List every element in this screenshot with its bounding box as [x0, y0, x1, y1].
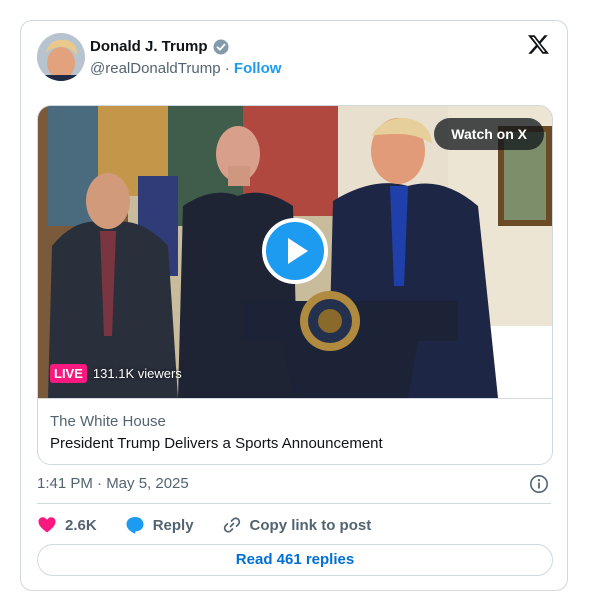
follow-button[interactable]: Follow — [234, 60, 282, 77]
action-bar: 2.6K Reply Copy link to post — [37, 513, 399, 537]
post-timestamp[interactable]: 1:41 PM · May 5, 2025 — [37, 475, 189, 492]
live-badge: LIVE — [50, 364, 87, 383]
viewer-count: 131.1K viewers — [92, 366, 182, 381]
video-media[interactable]: Watch on X LIVE 131.1K viewers The White… — [37, 105, 553, 465]
like-count: 2.6K — [65, 516, 97, 534]
author-name[interactable]: Donald J. Trump — [90, 38, 229, 55]
heart-icon — [38, 517, 56, 533]
link-icon — [223, 517, 240, 533]
author-avatar[interactable] — [37, 33, 85, 81]
copy-link-label: Copy link to post — [249, 516, 372, 534]
author-handle[interactable]: @realDonaldTrump — [90, 60, 221, 77]
video-source: The White House — [50, 413, 166, 430]
video-title: President Trump Delivers a Sports Announ… — [50, 435, 383, 452]
live-indicator: LIVE 131.1K viewers — [50, 364, 182, 383]
reply-label: Reply — [152, 516, 194, 534]
like-button[interactable]: 2.6K — [37, 515, 97, 535]
play-button[interactable] — [262, 218, 328, 284]
verified-badge-icon — [213, 39, 229, 54]
handle-separator: · — [224, 60, 230, 77]
play-icon — [288, 238, 308, 264]
info-icon[interactable] — [529, 474, 549, 494]
divider — [37, 503, 551, 504]
author-name-text[interactable]: Donald J. Trump — [90, 38, 208, 55]
author-handle-row: @realDonaldTrump · Follow — [90, 60, 281, 77]
reply-bubble-icon — [126, 517, 144, 534]
reply-button[interactable]: Reply — [125, 515, 194, 535]
embedded-post-card: Donald J. Trump @realDonaldTrump · Follo… — [20, 20, 568, 591]
watch-on-x-button[interactable]: Watch on X — [434, 118, 544, 150]
video-caption[interactable]: The White House President Trump Delivers… — [38, 398, 552, 464]
read-replies-button[interactable]: Read 461 replies — [37, 544, 553, 576]
copy-link-button[interactable]: Copy link to post — [222, 515, 372, 535]
x-logo-icon[interactable] — [527, 33, 550, 56]
